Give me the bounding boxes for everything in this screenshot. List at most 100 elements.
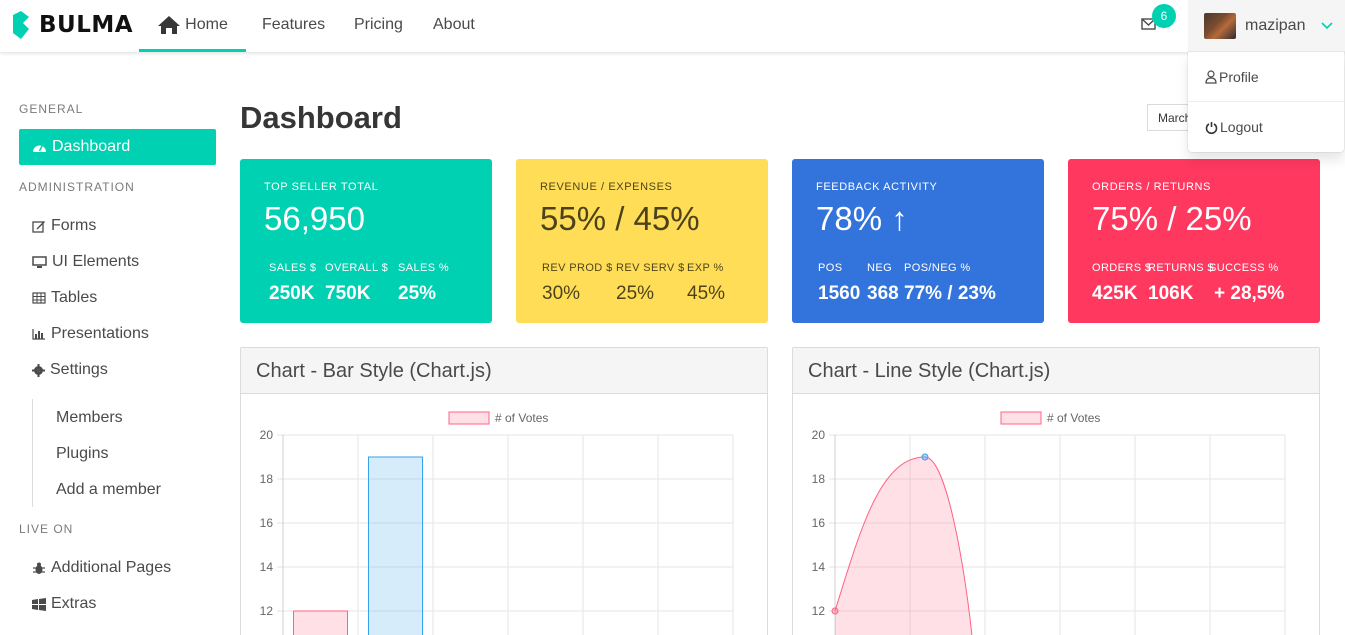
sidebar-subitem-members[interactable]: Members: [56, 409, 123, 427]
menu-label-live-on: LIVE ON: [19, 522, 74, 536]
user-icon: [1205, 70, 1217, 84]
legend-label: # of Votes: [495, 411, 548, 425]
tile-value: 56,950: [264, 200, 365, 237]
sidebar-item-tables[interactable]: Tables: [32, 289, 97, 307]
y-tick-label: 18: [260, 472, 274, 486]
sidebar-item-label: UI Elements: [52, 253, 140, 270]
legend-label: # of Votes: [1047, 411, 1100, 425]
gear-icon: [32, 363, 45, 377]
y-tick-label: 20: [260, 428, 274, 442]
home-icon: [158, 15, 181, 34]
tile-sub-label: EXP %: [687, 262, 724, 274]
logout-menu-item[interactable]: Logout: [1205, 119, 1263, 135]
tile-sub-label: SALES $: [269, 262, 317, 274]
sidebar-item-extras[interactable]: Extras: [32, 595, 96, 613]
card-title: Chart - Line Style (Chart.js): [793, 348, 1319, 394]
line-chart-card: Chart - Line Style (Chart.js) # of Votes…: [792, 347, 1320, 635]
profile-label: Profile: [1219, 69, 1259, 85]
tile-label: REVENUE / EXPENSES: [540, 181, 673, 193]
tile-sub-value: 77% / 23%: [904, 283, 996, 304]
bar: [293, 610, 348, 635]
tile-sub-label: OVERALL $: [325, 262, 389, 274]
submenu-divider: [32, 399, 33, 507]
y-tick-label: 14: [812, 560, 826, 574]
tile-value: 78% ↑: [816, 200, 908, 237]
sidebar-item-presentations[interactable]: Presentations: [32, 325, 149, 343]
nav-home[interactable]: Home: [139, 0, 246, 52]
sidebar-item-additional-pages[interactable]: Additional Pages: [32, 559, 171, 577]
power-icon: [1205, 121, 1218, 134]
profile-menu-item[interactable]: Profile: [1205, 69, 1259, 85]
tile-label: ORDERS / RETURNS: [1092, 181, 1211, 193]
line-chart: # of Votes 20 18 16 14 12: [812, 411, 1286, 635]
sidebar-item-label: Extras: [51, 595, 97, 612]
tile-sub-label: REV PROD $: [542, 262, 613, 274]
page-title: Dashboard: [240, 100, 402, 135]
sidebar-item-settings[interactable]: Settings: [32, 361, 108, 379]
card-title: Chart - Bar Style (Chart.js): [241, 348, 767, 394]
tile-label: FEEDBACK ACTIVITY: [816, 181, 938, 193]
tile-sub-label: POS: [818, 262, 843, 274]
y-tick-label: 18: [812, 472, 826, 486]
tile-top-seller: TOP SELLER TOTAL 56,950 SALES $ OVERALL …: [240, 159, 492, 323]
top-navbar: BULMA Home Features Pricing About 6 mazi…: [0, 0, 1345, 52]
tile-sub-label: SUCCESS %: [1209, 262, 1279, 274]
tachometer-icon: [33, 145, 46, 152]
sidebar-subitem-add-member[interactable]: Add a member: [56, 481, 161, 499]
tile-sub-value: 30%: [542, 283, 581, 304]
data-point: [921, 453, 929, 461]
sidebar-item-label: Tables: [51, 289, 98, 306]
desktop-icon: [32, 255, 47, 268]
data-point: [831, 607, 839, 615]
bug-icon: [33, 562, 45, 574]
tile-feedback-activity: FEEDBACK ACTIVITY 78% ↑ POS NEG POS/NEG …: [792, 159, 1044, 323]
tile-sub-value: 368: [867, 283, 899, 304]
tile-sub-value: 425K: [1092, 283, 1138, 304]
brand-name: BULMA: [39, 12, 134, 38]
bulma-logo-icon: [13, 11, 29, 39]
tile-revenue-expenses: REVENUE / EXPENSES 55% / 45% REV PROD $ …: [516, 159, 768, 323]
chart-legend: # of Votes: [1000, 411, 1100, 425]
sidebar-item-label: Dashboard: [52, 138, 131, 155]
tile-value: 55% / 45%: [540, 200, 700, 237]
tile-sub-label: SALES %: [398, 262, 450, 274]
username: mazipan: [1245, 17, 1306, 34]
sidebar-item-dashboard[interactable]: Dashboard: [19, 129, 216, 165]
legend-swatch: [1000, 411, 1042, 425]
bar-chart: # of Votes 20 18 16 14 12: [260, 411, 734, 635]
nav-pricing[interactable]: Pricing: [354, 0, 403, 52]
bar: [368, 456, 423, 635]
tile-label: TOP SELLER TOTAL: [264, 181, 379, 193]
tile-sub-value: 45%: [687, 283, 726, 304]
user-menu-toggle[interactable]: mazipan: [1188, 0, 1345, 52]
tile-sub-value: 250K: [269, 283, 315, 304]
avatar: [1204, 13, 1236, 39]
chevron-down-icon: [1321, 22, 1334, 30]
tile-value: 75% / 25%: [1092, 200, 1252, 237]
tile-sub-label: POS/NEG %: [904, 262, 971, 274]
nav-features[interactable]: Features: [262, 0, 325, 52]
tile-orders-returns: ORDERS / RETURNS 75% / 25% ORDERS $ RETU…: [1068, 159, 1320, 323]
user-dropdown-menu: Profile Logout: [1188, 52, 1344, 152]
message-count-badge: 6: [1152, 4, 1176, 28]
bar-chart-card: Chart - Bar Style (Chart.js) # of Votes 2…: [240, 347, 768, 635]
sidebar-item-forms[interactable]: Forms: [32, 217, 96, 235]
y-tick-label: 16: [812, 516, 826, 530]
tile-sub-value: 750K: [325, 283, 371, 304]
sidebar-item-ui-elements[interactable]: UI Elements: [32, 253, 139, 271]
dropdown-divider: [1188, 101, 1344, 102]
bar-chart-icon: [32, 329, 45, 340]
brand-logo[interactable]: BULMA: [11, 11, 133, 39]
tile-sub-label: RETURNS $: [1148, 262, 1214, 274]
sidebar-item-label: Forms: [51, 217, 97, 234]
nav-home-label: Home: [185, 15, 228, 33]
tile-sub-value: 1560: [818, 283, 861, 304]
chart-legend: # of Votes: [448, 411, 548, 425]
tile-sub-value: 25%: [398, 283, 437, 304]
y-tick-label: 12: [260, 604, 274, 618]
y-tick-label: 16: [260, 516, 274, 530]
sidebar-subitem-plugins[interactable]: Plugins: [56, 445, 108, 463]
tile-sub-label: ORDERS $: [1092, 262, 1152, 274]
nav-about[interactable]: About: [433, 0, 475, 52]
legend-swatch: [448, 411, 490, 425]
